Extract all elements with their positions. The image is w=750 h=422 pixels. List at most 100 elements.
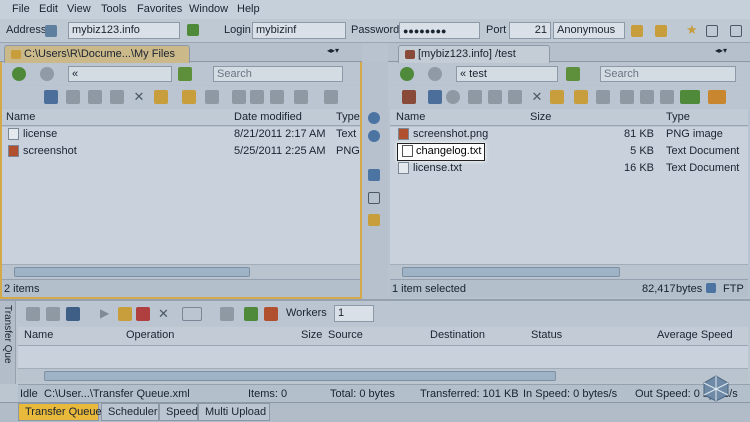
paste-icon[interactable] <box>250 90 264 104</box>
forward-icon[interactable] <box>428 67 442 81</box>
right-search-input[interactable]: Search <box>600 66 736 82</box>
logon-mode-select[interactable]: Anonymous <box>553 22 625 39</box>
right-col-name[interactable]: Name <box>396 111 425 123</box>
right-col-type[interactable]: Type <box>666 111 690 123</box>
port-input[interactable]: 21 <box>509 22 551 39</box>
left-horizontal-scrollbar[interactable] <box>2 264 360 278</box>
tab-multi-upload[interactable]: Multi Upload <box>198 403 270 421</box>
play-icon[interactable]: ▶ <box>100 307 114 321</box>
left-col-date[interactable]: Date modified <box>234 111 302 123</box>
up-folder-icon[interactable] <box>178 67 192 81</box>
folder-icon[interactable] <box>655 25 667 37</box>
menu-file[interactable]: File <box>12 3 30 15</box>
menu-help[interactable]: Help <box>237 3 260 15</box>
new-folder-icon[interactable] <box>574 90 588 104</box>
transfer-col-size[interactable]: Size <box>301 329 322 341</box>
transfer-col-avg-speed[interactable]: Average Speed <box>657 329 733 341</box>
favorites-star-icon[interactable]: ★ <box>686 22 698 38</box>
rename-icon[interactable] <box>488 90 502 104</box>
sync-icon[interactable] <box>368 169 380 181</box>
copy-icon[interactable] <box>110 90 124 104</box>
tab-scheduler[interactable]: Scheduler <box>101 403 159 421</box>
delete-icon[interactable]: ✕ <box>132 90 146 104</box>
columns-icon[interactable] <box>324 90 338 104</box>
list-item[interactable]: license 8/21/2011 2:17 AM Text <box>2 127 360 143</box>
queue-filter-icon[interactable] <box>244 307 258 321</box>
left-search-input[interactable]: Search <box>213 66 343 82</box>
properties-icon[interactable] <box>468 90 482 104</box>
transfer-col-status[interactable]: Status <box>531 329 562 341</box>
menu-tools[interactable]: Tools <box>101 3 127 15</box>
workers-input[interactable]: 1 <box>334 305 374 322</box>
menu-favorites[interactable]: Favorites <box>137 3 182 15</box>
right-path-box[interactable]: « test <box>456 66 558 82</box>
refresh-icon[interactable] <box>428 90 442 104</box>
new-folder-icon[interactable] <box>182 90 196 104</box>
list-item[interactable]: screenshot.png 81 KB PNG image <box>390 127 748 143</box>
list-item-selected[interactable]: changelog.txt 5 KB Text Document <box>390 143 748 161</box>
left-col-type[interactable]: Type <box>336 111 360 123</box>
queue-view-icon[interactable] <box>182 307 202 321</box>
back-icon[interactable] <box>400 67 414 81</box>
pasv-mode-icon[interactable] <box>708 90 726 104</box>
transfer-horizontal-scrollbar[interactable] <box>18 368 748 382</box>
transfer-col-operation[interactable]: Operation <box>126 329 174 341</box>
list-item[interactable]: screenshot 5/25/2011 2:25 AM PNG <box>2 144 360 160</box>
tab-nav-arrows-icon[interactable]: ◂▸▾ <box>715 46 727 55</box>
transfer-col-destination[interactable]: Destination <box>430 329 485 341</box>
address-input[interactable]: mybiz123.info <box>68 22 180 39</box>
scroll-thumb[interactable] <box>44 371 556 381</box>
menu-view[interactable]: View <box>67 3 91 15</box>
left-panel-tab[interactable]: C:\Users\R\Docume...\My Files <box>4 45 190 63</box>
workers-icon[interactable] <box>264 307 278 321</box>
right-panel-tab[interactable]: [mybiz123.info] /test <box>398 45 550 63</box>
compare-icon[interactable] <box>368 192 380 204</box>
cut-icon[interactable] <box>232 90 246 104</box>
password-input[interactable]: ●●●●●●●● <box>399 22 480 39</box>
layout-split-icon[interactable] <box>730 25 742 37</box>
tab-speed[interactable]: Speed <box>159 403 198 421</box>
up-folder-icon[interactable] <box>566 67 580 81</box>
connect-icon[interactable] <box>187 24 199 36</box>
view-icon[interactable] <box>205 90 219 104</box>
address-type-icon[interactable] <box>45 25 57 37</box>
rename-icon[interactable] <box>88 90 102 104</box>
left-col-name[interactable]: Name <box>6 111 35 123</box>
queue-options-icon[interactable] <box>26 307 40 321</box>
clipboard-icon[interactable] <box>660 90 674 104</box>
tab-nav-arrows-icon[interactable]: ◂▸▾ <box>327 46 339 55</box>
copy-icon[interactable] <box>508 90 522 104</box>
login-input[interactable]: mybizinf <box>252 22 346 39</box>
right-col-size[interactable]: Size <box>530 111 551 123</box>
view-icon[interactable] <box>596 90 610 104</box>
stop-icon[interactable] <box>446 90 460 104</box>
scroll-thumb[interactable] <box>402 267 620 277</box>
queue-copy-icon[interactable] <box>46 307 60 321</box>
filter-icon[interactable] <box>294 90 308 104</box>
move-folder-icon[interactable] <box>550 90 564 104</box>
layout-icon[interactable] <box>706 25 718 37</box>
folder-open-icon[interactable] <box>631 25 643 37</box>
list-item[interactable]: license.txt 16 KB Text Document <box>390 161 748 177</box>
clear-queue-icon[interactable] <box>220 307 234 321</box>
move-folder-icon[interactable] <box>154 90 168 104</box>
scroll-thumb[interactable] <box>14 267 250 277</box>
paste-icon[interactable] <box>640 90 654 104</box>
menu-window[interactable]: Window <box>189 3 228 15</box>
transfer-queue-side-tab[interactable]: Transfer Que <box>0 301 16 384</box>
tab-transfer-queue[interactable]: Transfer Queue <box>18 403 102 421</box>
transfer-col-source[interactable]: Source <box>328 329 363 341</box>
transfer-mode-icon[interactable] <box>680 90 700 104</box>
refresh-icon[interactable] <box>44 90 58 104</box>
save-icon[interactable] <box>66 307 80 321</box>
transfer-left-icon[interactable] <box>368 130 380 142</box>
delete-icon[interactable]: ✕ <box>530 90 544 104</box>
back-icon[interactable] <box>12 67 26 81</box>
transfer-col-name[interactable]: Name <box>24 329 53 341</box>
transfer-right-icon[interactable] <box>368 112 380 124</box>
pause-icon[interactable] <box>118 307 132 321</box>
clipboard-icon[interactable] <box>270 90 284 104</box>
properties-icon[interactable] <box>66 90 80 104</box>
left-path-box[interactable]: « <box>68 66 172 82</box>
synchronize-folders-icon[interactable] <box>368 214 380 226</box>
